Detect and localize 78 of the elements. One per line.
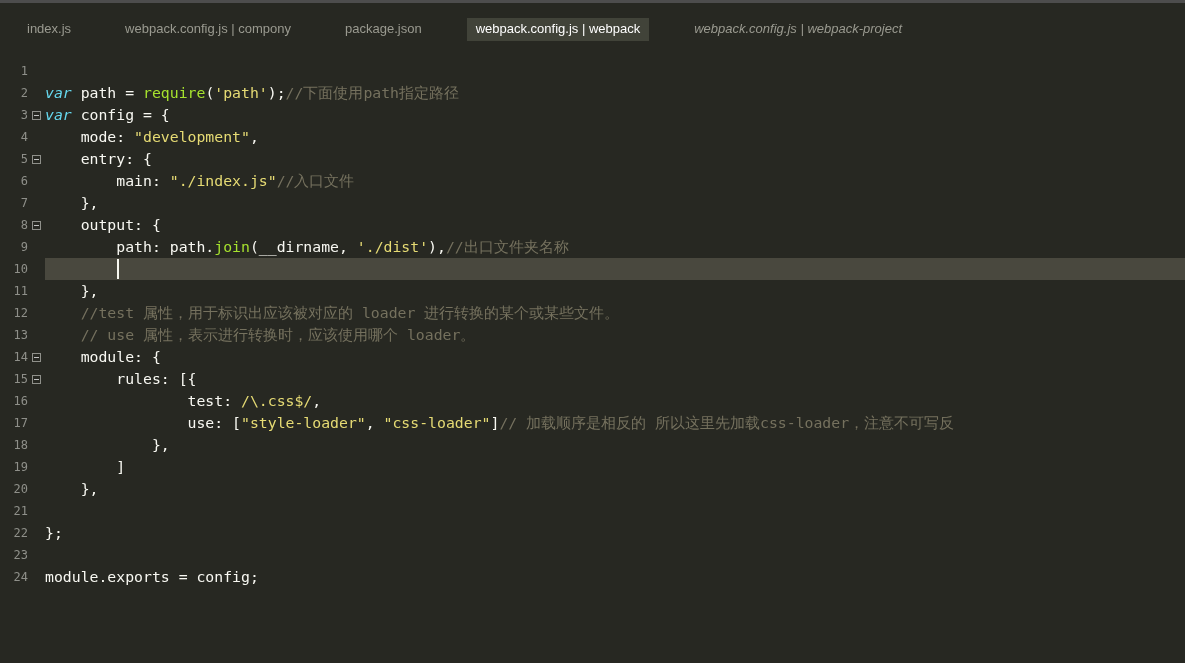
line-number: 22 bbox=[13, 525, 28, 542]
code-text: mode: bbox=[79, 126, 127, 147]
code-text: config = { bbox=[79, 104, 170, 125]
line-number: 10 bbox=[13, 261, 28, 278]
string-literal: "style-loader" bbox=[241, 412, 366, 433]
keyword: var bbox=[45, 104, 72, 125]
line-number: 21 bbox=[13, 503, 28, 520]
code-comment: //test 属性，用于标识出应该被对应的 loader 进行转换的某个或某些文件。 bbox=[79, 302, 620, 323]
line-number: 7 bbox=[20, 195, 28, 212]
code-comment: // use 属性，表示进行转换时，应该使用哪个 loader。 bbox=[79, 324, 476, 345]
line-number: 13 bbox=[13, 327, 28, 344]
code-text: rules: [{ bbox=[115, 368, 197, 389]
code-comment: //下面使用path指定路径 bbox=[285, 82, 460, 103]
code-text: }, bbox=[79, 478, 99, 499]
file-tab[interactable]: webpack.config.js | compony bbox=[116, 17, 301, 41]
string-literal: /\.css$/ bbox=[241, 390, 313, 411]
line-number: 17 bbox=[13, 415, 28, 432]
line-number: 1 bbox=[20, 63, 28, 80]
file-tab[interactable]: index.js bbox=[18, 17, 81, 41]
code-text: main: bbox=[115, 170, 162, 191]
code-text: }, bbox=[150, 434, 170, 455]
file-tab[interactable]: package.json bbox=[336, 17, 431, 41]
text-cursor bbox=[117, 259, 119, 279]
line-number: 3 bbox=[20, 107, 28, 124]
string-literal: './dist' bbox=[356, 236, 429, 257]
code-text: module: { bbox=[79, 346, 161, 367]
code-text: , bbox=[365, 412, 376, 433]
fold-toggle[interactable] bbox=[32, 220, 41, 230]
code-text: test: bbox=[186, 390, 234, 411]
line-number: 23 bbox=[13, 547, 28, 564]
line-number: 4 bbox=[20, 129, 28, 146]
line-number: 14 bbox=[13, 349, 28, 366]
keyword: var bbox=[45, 82, 72, 103]
function-name: join bbox=[214, 236, 250, 257]
line-number: 6 bbox=[20, 173, 28, 190]
code-text: }, bbox=[79, 192, 99, 213]
line-number: 15 bbox=[13, 371, 28, 388]
line-number: 18 bbox=[13, 437, 28, 454]
string-literal: "./index.js" bbox=[169, 170, 277, 191]
line-number: 8 bbox=[20, 217, 28, 234]
code-comment: //出口文件夹名称 bbox=[445, 236, 569, 257]
fold-toggle[interactable] bbox=[32, 154, 41, 164]
code-comment: //入口文件 bbox=[276, 170, 355, 191]
line-number: 19 bbox=[13, 459, 28, 476]
code-text: path = bbox=[79, 82, 136, 103]
code-text: output: { bbox=[79, 214, 161, 235]
code-text: ] bbox=[115, 456, 126, 477]
code-text: path: path. bbox=[115, 236, 215, 257]
fold-toggle[interactable] bbox=[32, 352, 41, 362]
function-name: require bbox=[143, 82, 206, 103]
line-number: 11 bbox=[13, 283, 28, 300]
line-number: 24 bbox=[13, 569, 28, 586]
line-number: 12 bbox=[13, 305, 28, 322]
code-comment: // 加载顺序是相反的 所以这里先加载css-loader，注意不可写反 bbox=[499, 412, 955, 433]
line-number: 2 bbox=[20, 85, 28, 102]
code-text: , bbox=[249, 126, 259, 147]
code-text: entry: { bbox=[79, 148, 152, 169]
string-literal: "development" bbox=[134, 126, 250, 147]
code-text: ] bbox=[490, 412, 500, 433]
file-tab[interactable]: webpack.config.js | webpack-project bbox=[685, 17, 912, 41]
string-literal: 'path' bbox=[214, 82, 268, 103]
file-tab[interactable]: webpack.config.js | webpack bbox=[466, 17, 650, 41]
fold-toggle[interactable] bbox=[32, 110, 41, 120]
fold-toggle[interactable] bbox=[32, 374, 41, 384]
line-number: 16 bbox=[13, 393, 28, 410]
code-text: }, bbox=[79, 280, 99, 301]
code-text: use: [ bbox=[186, 412, 241, 433]
code-text: ), bbox=[428, 236, 446, 257]
line-number: 5 bbox=[20, 151, 28, 168]
line-number: 20 bbox=[13, 481, 28, 498]
code-text: ); bbox=[267, 82, 286, 103]
code-text: ( bbox=[205, 82, 215, 103]
code-text: module.exports = config; bbox=[45, 566, 259, 587]
string-literal: "css-loader" bbox=[383, 412, 491, 433]
code-text: }; bbox=[45, 522, 63, 543]
code-text: (__dirname, bbox=[249, 236, 349, 258]
code-text: , bbox=[312, 390, 322, 411]
line-number: 9 bbox=[20, 239, 28, 256]
